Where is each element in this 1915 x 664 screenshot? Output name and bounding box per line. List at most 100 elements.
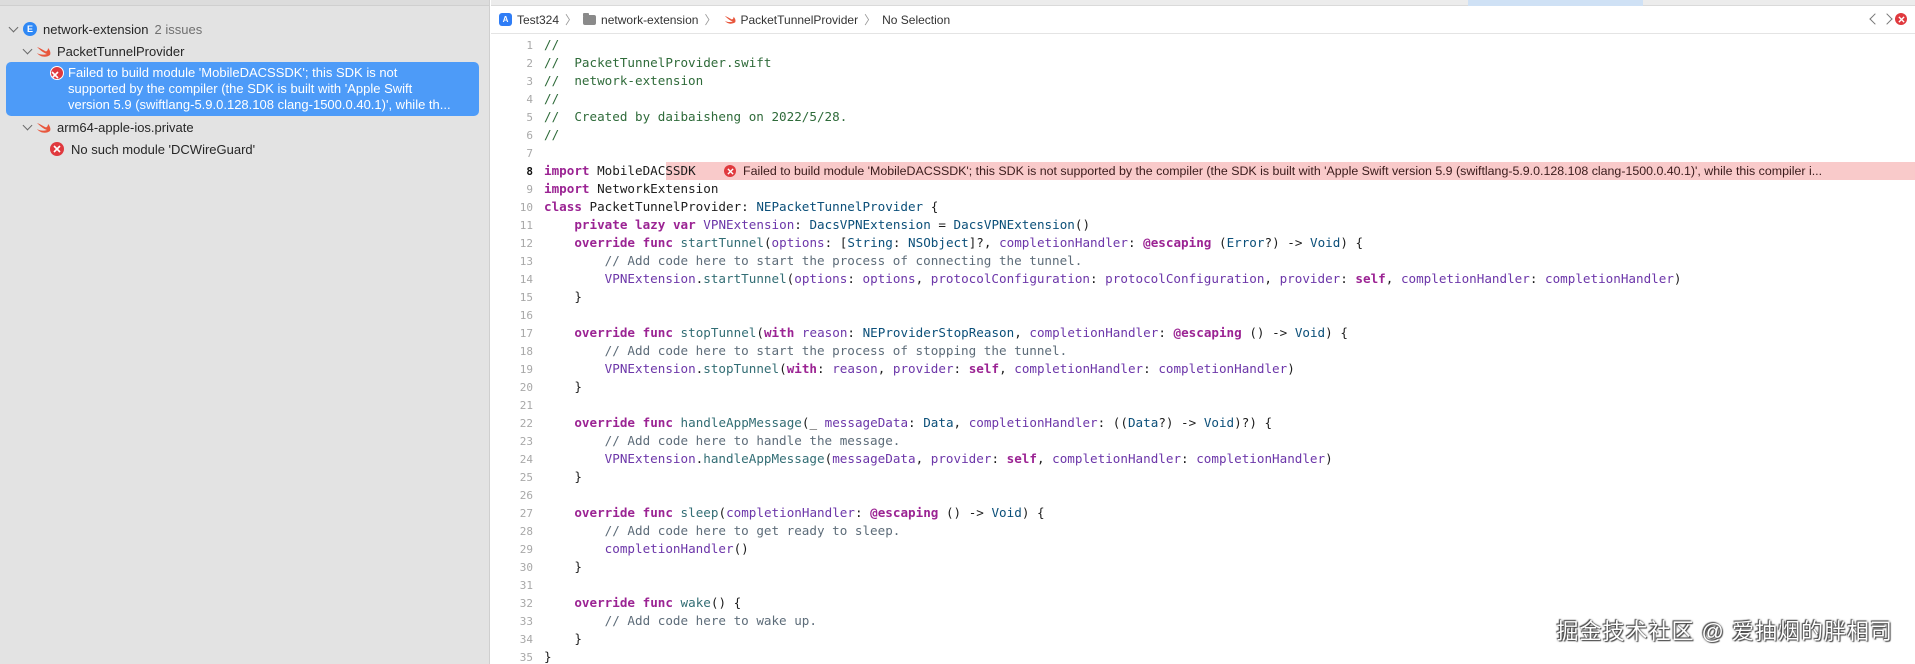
code-line[interactable]: 13 // Add code here to start the process… [491,252,1915,270]
code-line[interactable]: 2 // PacketTunnelProvider.swift [491,54,1915,72]
code-line[interactable]: 10 class PacketTunnelProvider: NEPacketTu… [491,198,1915,216]
code-text[interactable]: VPNExtension.handleAppMessage(messageDat… [544,450,1333,468]
chevron-down-icon[interactable] [20,44,34,54]
code-text[interactable]: } [544,468,582,486]
code-text[interactable]: class PacketTunnelProvider: NEPacketTunn… [544,198,938,216]
code-line[interactable]: 24 VPNExtension.handleAppMessage(message… [491,450,1915,468]
code-text[interactable]: // Add code here to wake up. [544,612,817,630]
line-number: 22 [519,417,533,430]
code-text[interactable]: override func handleAppMessage(_ message… [544,414,1272,432]
code-text[interactable]: import MobileDACSSDK [544,162,696,180]
file-issue-group-arm64[interactable]: arm64-apple-ios.private [0,116,489,138]
code-text[interactable]: } [544,378,582,396]
code-line[interactable]: 16 [491,306,1915,324]
line-number: 25 [519,471,533,484]
project-issue-row[interactable]: E network-extension 2 issues [0,18,489,40]
code-text[interactable]: // Created by daibaisheng on 2022/5/28. [544,108,847,126]
breadcrumb-project[interactable]: A Test324 [499,13,559,27]
error-icon[interactable] [1895,13,1907,25]
breadcrumb-file[interactable]: PacketTunnelProvider [722,13,858,27]
chevron-right-icon[interactable] [1881,13,1893,25]
code-text[interactable]: override func stopTunnel(with reason: NE… [544,324,1348,342]
code-line[interactable]: 7 [491,144,1915,162]
code-line[interactable]: 19 VPNExtension.stopTunnel(with: reason,… [491,360,1915,378]
code-text[interactable]: // PacketTunnelProvider.swift [544,54,771,72]
code-line[interactable]: 9 import NetworkExtension [491,180,1915,198]
code-line[interactable]: 27 override func sleep(completionHandler… [491,504,1915,522]
code-text[interactable]: import NetworkExtension [544,180,718,198]
code-line[interactable]: 31 [491,576,1915,594]
breadcrumb-label: PacketTunnelProvider [740,12,859,27]
code-line[interactable]: 5 // Created by daibaisheng on 2022/5/28. [491,108,1915,126]
line-number: 23 [519,435,533,448]
code-line[interactable]: 20 } [491,378,1915,396]
chevron-left-icon[interactable] [1869,13,1881,25]
line-number: 29 [519,543,533,556]
code-line[interactable]: 35} [491,648,1915,664]
swift-file-icon [37,46,51,57]
chevron-down-icon[interactable] [20,120,34,130]
chevron-right-icon: 〉 [864,13,877,27]
code-text[interactable]: } [544,630,582,648]
issue-text-line: Failed to build module 'MobileDACSSDK'; … [68,65,398,80]
issue-text-line: supported by the compiler (the SDK is bu… [68,81,413,96]
file-issue-group-packettunnelprovider[interactable]: PacketTunnelProvider [0,40,489,62]
inline-error-message: Failed to build module 'MobileDACSSDK'; … [743,164,1823,178]
code-line[interactable]: 30 } [491,558,1915,576]
chevron-down-icon[interactable] [6,22,20,32]
code-line[interactable]: 4 // [491,90,1915,108]
code-area[interactable]: 1 // 2 // PacketTunnelProvider.swift 3 // net… [491,36,1915,664]
code-text[interactable]: // Add code here to handle the message. [544,432,901,450]
issue-text: No such module 'DCWireGuard' [71,141,256,157]
breadcrumb-folder[interactable]: network-extension [583,12,698,27]
code-text[interactable]: override func startTunnel(options: [Stri… [544,234,1363,252]
code-text[interactable]: // [544,36,559,54]
code-line[interactable]: 6 // [491,126,1915,144]
line-number: 16 [519,309,533,322]
code-text[interactable]: } [544,288,582,306]
code-text[interactable]: VPNExtension.stopTunnel(with: reason, pr… [544,360,1295,378]
code-text[interactable]: // [544,126,559,144]
code-text[interactable]: // Add code here to start the process of… [544,252,1083,270]
code-line[interactable]: 12 override func startTunnel(options: [S… [491,234,1915,252]
code-line[interactable]: 32 override func wake() { [491,594,1915,612]
code-text[interactable]: completionHandler() [544,540,749,558]
code-line[interactable]: 15 } [491,288,1915,306]
code-line[interactable]: 18 // Add code here to start the process… [491,342,1915,360]
code-text[interactable]: // Add code here to get ready to sleep. [544,522,901,540]
code-line[interactable]: 28 // Add code here to get ready to slee… [491,522,1915,540]
breadcrumb-selection[interactable]: No Selection [882,13,950,27]
inline-error-banner[interactable]: Failed to build module 'MobileDACSSDK'; … [720,162,1915,180]
code-line[interactable]: 8 import MobileDACSSDK Failed to build mod… [491,162,1915,180]
code-line[interactable]: 17 override func stopTunnel(with reason:… [491,324,1915,342]
code-line[interactable]: 22 override func handleAppMessage(_ mess… [491,414,1915,432]
issue-text-line: version 5.9 (swiftlang-5.9.0.128.108 cla… [68,97,451,112]
code-line[interactable]: 3 // network-extension [491,72,1915,90]
code-text[interactable]: // network-extension [544,72,703,90]
code-text[interactable]: VPNExtension.startTunnel(options: option… [544,270,1682,288]
issue-item-no-such-module[interactable]: No such module 'DCWireGuard' [0,138,489,160]
issue-count: 2 issues [154,21,203,37]
code-text[interactable]: // [544,90,559,108]
code-line[interactable]: 25 } [491,468,1915,486]
code-line[interactable]: 1 // [491,36,1915,54]
code-line[interactable]: 14 VPNExtension.startTunnel(options: opt… [491,270,1915,288]
code-text[interactable]: private lazy var VPNExtension: DacsVPNEx… [544,216,1090,234]
app-icon: A [499,13,512,26]
code-line[interactable]: 11 private lazy var VPNExtension: DacsVP… [491,216,1915,234]
code-text[interactable]: // Add code here to start the process of… [544,342,1068,360]
project-icon: E [23,22,37,36]
code-text[interactable]: } [544,648,552,664]
line-number: 18 [519,345,533,358]
code-text[interactable]: override func wake() { [544,594,741,612]
code-line[interactable]: 21 [491,396,1915,414]
line-number: 8 [526,165,533,178]
code-line[interactable]: 26 [491,486,1915,504]
code-text[interactable]: override func sleep(completionHandler: @… [544,504,1044,522]
line-number: 24 [519,453,533,466]
code-line[interactable]: 23 // Add code here to handle the messag… [491,432,1915,450]
code-line[interactable]: 29 completionHandler() [491,540,1915,558]
issue-item-failed-to-build-module[interactable]: Failed to build module 'MobileDACSSDK'; … [6,62,479,116]
line-number: 2 [526,57,533,70]
code-text[interactable]: } [544,558,582,576]
